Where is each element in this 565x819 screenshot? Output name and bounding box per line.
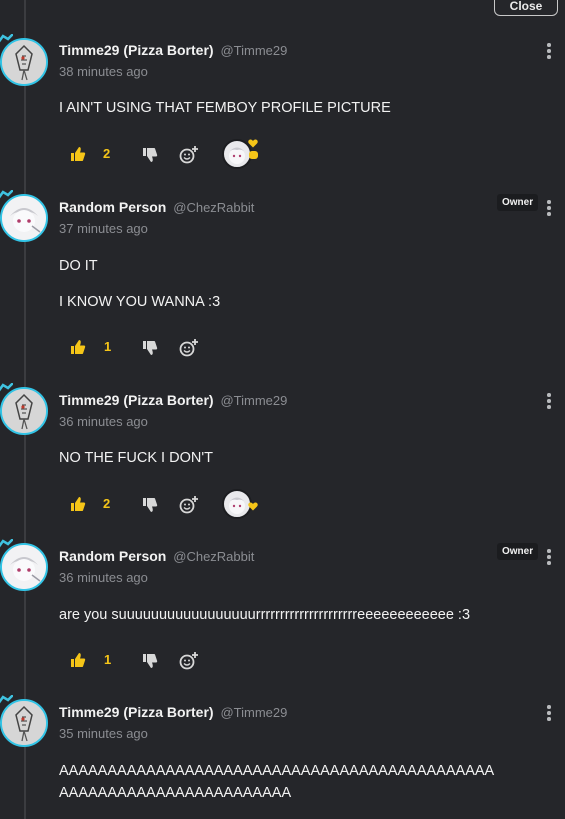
comment-timestamp[interactable]: 36 minutes ago xyxy=(59,570,148,585)
comment-timestamp[interactable]: 36 minutes ago xyxy=(59,414,148,429)
author-handle[interactable]: @Timme29 xyxy=(220,705,287,720)
thumbs-down-icon[interactable] xyxy=(142,338,158,358)
avatar-decoration-icon xyxy=(0,190,13,199)
author-line: Timme29 (Pizza Borter) @Timme29 xyxy=(59,392,287,408)
author-handle[interactable]: @Timme29 xyxy=(220,393,287,408)
comment-timestamp[interactable]: 35 minutes ago xyxy=(59,726,148,741)
anime-rabbit-icon xyxy=(2,196,46,240)
more-options-icon[interactable] xyxy=(544,549,554,565)
comment-text: are you suuuuuuuuuuuuuuuuurrrrrrrrrrrrrr… xyxy=(59,607,471,623)
anime-rabbit-icon xyxy=(2,545,46,589)
more-options-icon[interactable] xyxy=(544,43,554,59)
close-button[interactable]: Close xyxy=(494,0,558,16)
thumbs-down-icon[interactable] xyxy=(142,495,158,515)
add-reaction-icon[interactable] xyxy=(179,145,199,165)
owner-badge: Owner xyxy=(497,543,539,560)
comment-text: I KNOW YOU WANNA :3 xyxy=(59,294,221,310)
more-options-icon[interactable] xyxy=(544,393,554,409)
thumbs-down-icon[interactable] xyxy=(142,651,158,671)
avatar-decoration-icon xyxy=(0,383,13,392)
comment-timestamp[interactable]: 38 minutes ago xyxy=(59,64,148,79)
comment-actions: 2 xyxy=(70,139,270,169)
comment-text: I AIN'T USING THAT FEMBOY PROFILE PICTUR… xyxy=(59,100,391,116)
thumbs-up-icon[interactable] xyxy=(70,651,86,671)
comment-text: DO IT xyxy=(59,258,98,274)
avatar-decoration-icon xyxy=(0,34,13,43)
like-count: 1 xyxy=(104,652,112,667)
add-reaction-icon[interactable] xyxy=(179,338,199,358)
add-reaction-icon[interactable] xyxy=(179,495,199,515)
author-line: Random Person @ChezRabbit xyxy=(59,199,254,215)
comment-actions: 1 xyxy=(70,651,270,673)
comment-bubble-icon xyxy=(249,151,258,159)
author-line: Timme29 (Pizza Borter) @Timme29 xyxy=(59,704,287,720)
author-name[interactable]: Random Person xyxy=(59,199,166,215)
author-line: Random Person @ChezRabbit xyxy=(59,548,254,564)
author-handle[interactable]: @ChezRabbit xyxy=(173,549,254,564)
anime-rabbit-icon xyxy=(229,497,245,514)
thumbs-down-icon[interactable] xyxy=(142,145,158,165)
author-name[interactable]: Timme29 (Pizza Borter) xyxy=(59,704,214,720)
owner-badge: Owner xyxy=(497,194,539,211)
author-name[interactable]: Random Person xyxy=(59,548,166,564)
like-count: 2 xyxy=(103,496,111,511)
author-handle[interactable]: @ChezRabbit xyxy=(173,200,254,215)
pizza-skeleton-icon xyxy=(2,389,46,433)
comment-timestamp[interactable]: 37 minutes ago xyxy=(59,221,148,236)
comment-actions: 1 xyxy=(70,338,270,360)
avatar-decoration-icon xyxy=(0,695,13,704)
heart-icon xyxy=(248,139,258,148)
like-count: 1 xyxy=(104,339,112,354)
thumbs-up-icon[interactable] xyxy=(70,338,86,358)
author-line: Timme29 (Pizza Borter) @Timme29 xyxy=(59,42,287,58)
author-name[interactable]: Timme29 (Pizza Borter) xyxy=(59,392,214,408)
pizza-skeleton-icon xyxy=(2,701,46,745)
thumbs-up-icon[interactable] xyxy=(70,145,86,165)
like-count: 2 xyxy=(103,146,111,161)
anime-rabbit-icon xyxy=(229,147,245,164)
comment-actions: 2 xyxy=(70,489,270,519)
thumbs-up-icon[interactable] xyxy=(70,495,86,515)
add-reaction-icon[interactable] xyxy=(179,651,199,671)
comment-text: AAAAAAAAAAAAAAAAAAAAAAAA xyxy=(59,785,292,801)
avatar-decoration-icon xyxy=(0,539,13,548)
author-name[interactable]: Timme29 (Pizza Borter) xyxy=(59,42,214,58)
more-options-icon[interactable] xyxy=(544,200,554,216)
more-options-icon[interactable] xyxy=(544,705,554,721)
comment-thread: Close Timme29 (Pizza Borter) @Timme29 38… xyxy=(0,0,565,819)
author-handle[interactable]: @Timme29 xyxy=(220,43,287,58)
heart-icon xyxy=(248,502,258,511)
comment-text: AAAAAAAAAAAAAAAAAAAAAAAAAAAAAAAAAAAAAAAA… xyxy=(59,763,495,779)
comment-text: NO THE FUCK I DON'T xyxy=(59,450,213,466)
pizza-skeleton-icon xyxy=(2,40,46,84)
